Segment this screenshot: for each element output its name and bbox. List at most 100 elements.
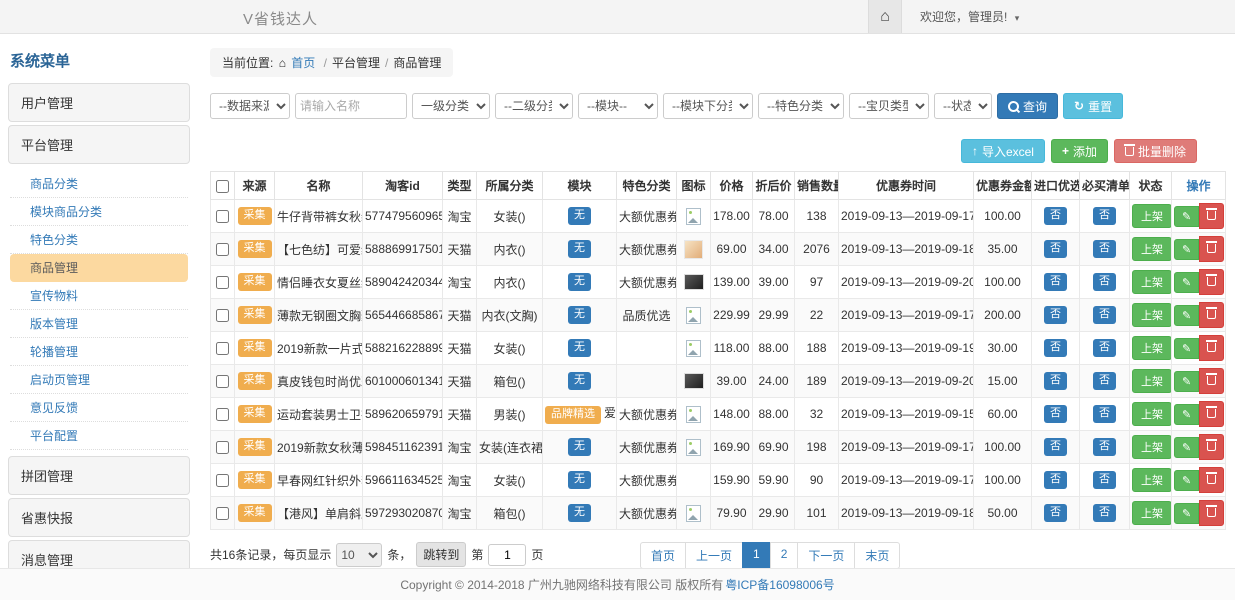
sidebar-section[interactable]: 省惠快报 [8, 498, 190, 537]
status-on-shelf-button[interactable]: 上架 [1132, 204, 1172, 228]
must-buy-toggle[interactable]: 否 [1093, 306, 1116, 323]
row-checkbox[interactable] [216, 309, 229, 322]
edit-button[interactable]: ✎ [1174, 470, 1199, 491]
page-number-input[interactable] [488, 544, 526, 566]
must-buy-toggle[interactable]: 否 [1093, 438, 1116, 455]
sidebar-subitem[interactable]: 特色分类 [10, 226, 188, 254]
module-select[interactable]: --模块-- [578, 93, 658, 119]
delete-button[interactable] [1199, 236, 1224, 262]
search-button[interactable]: 查询 [997, 93, 1058, 119]
pager-button[interactable]: 首页 [640, 542, 686, 569]
data-source-select[interactable]: --数据来源-- [210, 93, 290, 119]
delete-button[interactable] [1199, 500, 1224, 526]
sidebar-subitem[interactable]: 轮播管理 [10, 338, 188, 366]
delete-button[interactable] [1199, 302, 1224, 328]
status-on-shelf-button[interactable]: 上架 [1132, 435, 1172, 459]
sidebar-section[interactable]: 平台管理 [8, 125, 190, 164]
pager-button[interactable]: 下一页 [797, 542, 855, 569]
status-on-shelf-button[interactable]: 上架 [1132, 237, 1172, 261]
status-on-shelf-button[interactable]: 上架 [1132, 402, 1172, 426]
sidebar-subitem[interactable]: 模块商品分类 [10, 198, 188, 226]
status-on-shelf-button[interactable]: 上架 [1132, 468, 1172, 492]
row-checkbox[interactable] [216, 342, 229, 355]
sidebar-section[interactable]: 拼团管理 [8, 456, 190, 495]
import-optional-toggle[interactable]: 否 [1044, 273, 1067, 290]
sidebar-subitem[interactable]: 启动页管理 [10, 366, 188, 394]
edit-button[interactable]: ✎ [1174, 437, 1199, 458]
sidebar-subitem[interactable]: 商品管理 [10, 254, 188, 282]
status-on-shelf-button[interactable]: 上架 [1132, 270, 1172, 294]
delete-button[interactable] [1199, 434, 1224, 460]
name-search-input[interactable] [295, 93, 407, 119]
sidebar-subitem[interactable]: 平台配置 [10, 422, 188, 450]
pager-button[interactable]: 1 [742, 542, 771, 569]
per-page-select[interactable]: 10 [336, 543, 382, 567]
status-on-shelf-button[interactable]: 上架 [1132, 303, 1172, 327]
edit-button[interactable]: ✎ [1174, 305, 1199, 326]
reset-button[interactable]: ↻ 重置 [1063, 93, 1123, 119]
add-button[interactable]: + 添加 [1051, 139, 1108, 163]
sidebar-subitem[interactable]: 意见反馈 [10, 394, 188, 422]
sidebar-subitem[interactable]: 商品分类 [10, 170, 188, 198]
delete-button[interactable] [1199, 401, 1224, 427]
import-excel-button[interactable]: ↑ 导入excel [961, 139, 1045, 163]
item-type-select[interactable]: --宝贝类型-- [849, 93, 929, 119]
delete-button[interactable] [1199, 269, 1224, 295]
must-buy-toggle[interactable]: 否 [1093, 372, 1116, 389]
row-checkbox[interactable] [216, 375, 229, 388]
import-optional-toggle[interactable]: 否 [1044, 438, 1067, 455]
batch-delete-button[interactable]: 批量删除 [1114, 139, 1197, 163]
feature-category-select[interactable]: --特色分类-- [758, 93, 844, 119]
must-buy-toggle[interactable]: 否 [1093, 207, 1116, 224]
import-optional-toggle[interactable]: 否 [1044, 405, 1067, 422]
must-buy-toggle[interactable]: 否 [1093, 273, 1116, 290]
edit-button[interactable]: ✎ [1174, 503, 1199, 524]
breadcrumb-home-link[interactable]: 首页 [291, 56, 315, 70]
import-optional-toggle[interactable]: 否 [1044, 240, 1067, 257]
edit-button[interactable]: ✎ [1174, 371, 1199, 392]
pager-button[interactable]: 末页 [854, 542, 900, 569]
import-optional-toggle[interactable]: 否 [1044, 339, 1067, 356]
import-optional-toggle[interactable]: 否 [1044, 207, 1067, 224]
status-on-shelf-button[interactable]: 上架 [1132, 336, 1172, 360]
edit-button[interactable]: ✎ [1174, 206, 1199, 227]
must-buy-toggle[interactable]: 否 [1093, 405, 1116, 422]
row-checkbox[interactable] [216, 441, 229, 454]
level1-category-select[interactable]: 一级分类 [412, 93, 490, 119]
level2-category-select[interactable]: --二级分类-- [495, 93, 573, 119]
must-buy-toggle[interactable]: 否 [1093, 504, 1116, 521]
must-buy-toggle[interactable]: 否 [1093, 339, 1116, 356]
edit-button[interactable]: ✎ [1174, 338, 1199, 359]
import-optional-toggle[interactable]: 否 [1044, 471, 1067, 488]
edit-button[interactable]: ✎ [1174, 272, 1199, 293]
status-on-shelf-button[interactable]: 上架 [1132, 369, 1172, 393]
import-optional-toggle[interactable]: 否 [1044, 372, 1067, 389]
sidebar-subitem[interactable]: 版本管理 [10, 310, 188, 338]
delete-button[interactable] [1199, 368, 1224, 394]
module-subcategory-select[interactable]: --模块下分类-- [663, 93, 753, 119]
delete-button[interactable] [1199, 467, 1224, 493]
row-checkbox[interactable] [216, 474, 229, 487]
row-checkbox[interactable] [216, 507, 229, 520]
row-checkbox[interactable] [216, 243, 229, 256]
edit-button[interactable]: ✎ [1174, 239, 1199, 260]
must-buy-toggle[interactable]: 否 [1093, 471, 1116, 488]
edit-button[interactable]: ✎ [1174, 404, 1199, 425]
pager-button[interactable]: 2 [770, 542, 799, 569]
sidebar-subitem[interactable]: 宣传物料 [10, 282, 188, 310]
delete-button[interactable] [1199, 335, 1224, 361]
import-optional-toggle[interactable]: 否 [1044, 306, 1067, 323]
delete-button[interactable] [1199, 203, 1224, 229]
import-optional-toggle[interactable]: 否 [1044, 504, 1067, 521]
pager-button[interactable]: 上一页 [685, 542, 743, 569]
status-on-shelf-button[interactable]: 上架 [1132, 501, 1172, 525]
status-select[interactable]: --状态-- [934, 93, 992, 119]
sidebar-section[interactable]: 用户管理 [8, 83, 190, 122]
row-checkbox[interactable] [216, 408, 229, 421]
row-checkbox[interactable] [216, 276, 229, 289]
user-menu[interactable]: 欢迎您，管理员! ▾ [920, 8, 1019, 25]
jump-button[interactable]: 跳转到 [416, 542, 466, 567]
must-buy-toggle[interactable]: 否 [1093, 240, 1116, 257]
home-button[interactable]: ⌂ [868, 0, 902, 33]
row-checkbox[interactable] [216, 210, 229, 223]
